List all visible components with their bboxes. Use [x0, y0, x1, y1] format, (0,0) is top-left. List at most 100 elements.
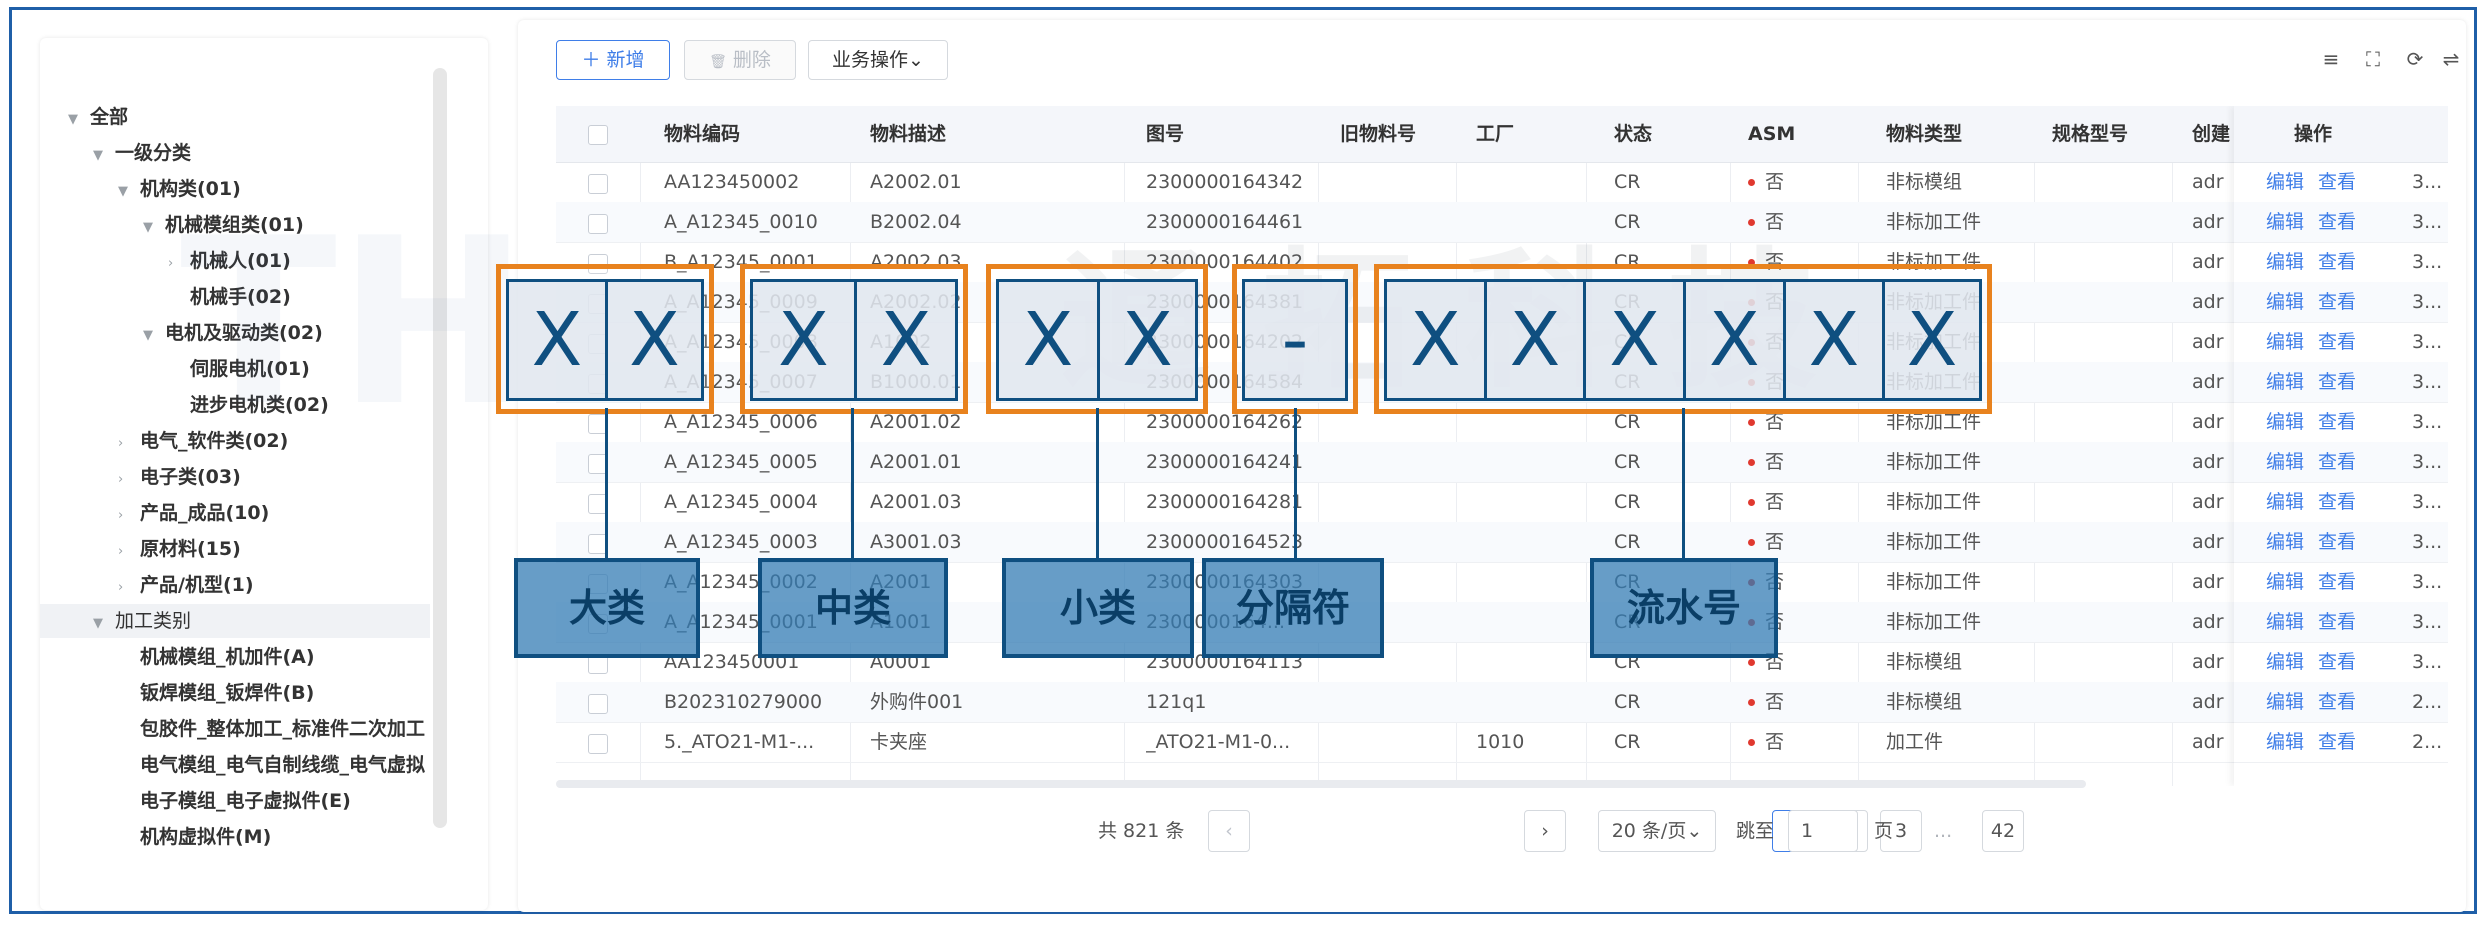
table-cell: 5._ATO21-M1-...: [664, 731, 815, 753]
annotation-code-char: X: [996, 279, 1100, 401]
table-cell: 非标加工件: [1886, 531, 1982, 553]
column-header[interactable]: 物料编码: [664, 106, 740, 162]
tree-item[interactable]: › 原材料(15): [40, 532, 430, 566]
tree-item-label: 产品/机型(1): [140, 574, 254, 596]
annotation-segment-label: 中类: [758, 558, 948, 658]
tree-expand-icon[interactable]: ›: [118, 499, 140, 533]
status-dot-icon: [1748, 499, 1755, 506]
density-icon[interactable]: ≡: [2318, 46, 2344, 72]
business-ops-dropdown[interactable]: 业务操作⌄: [808, 40, 948, 80]
table-row[interactable]: A_A12345_0003 A3001.03 2300000164523 CR 否 非标加…: [556, 522, 2448, 563]
tree-expand-icon[interactable]: ▼: [68, 103, 90, 137]
asm-value: 否: [1765, 731, 1785, 753]
page-unit-label: 页: [1874, 820, 1894, 842]
table-cell: CR: [1614, 691, 1641, 713]
tree-item[interactable]: › 产品_成品(10): [40, 496, 430, 530]
add-button[interactable]: ＋ 新增: [556, 40, 670, 80]
tree-item-label: 全部: [90, 106, 129, 128]
column-header[interactable]: 规格型号: [2052, 106, 2128, 162]
jump-page-input[interactable]: 1: [1788, 810, 1858, 852]
tree-expand-icon[interactable]: ›: [118, 535, 140, 569]
fullscreen-icon[interactable]: ⛶: [2360, 46, 2386, 72]
column-header[interactable]: 旧物料号: [1340, 106, 1416, 162]
status-dot-icon: [1748, 419, 1755, 426]
table-cell: 否: [1748, 682, 1784, 722]
table-row[interactable]: AA123450002 A2002.01 2300000164342 CR 否 非标模组 a…: [556, 162, 2448, 203]
annotation-group-box: XX: [986, 264, 1208, 414]
delete-button[interactable]: 🗑 删除: [684, 40, 796, 80]
status-dot-icon: [1748, 459, 1755, 466]
tree-expand-icon[interactable]: ›: [118, 463, 140, 497]
table-cell: A_A12345_0003: [664, 531, 818, 553]
tree-expand-icon[interactable]: ▼: [143, 319, 165, 353]
asm-value: 否: [1765, 491, 1785, 513]
tree-expand-icon[interactable]: ›: [118, 571, 140, 605]
chevron-down-icon: ⌄: [908, 49, 924, 71]
page-size-select[interactable]: 20 条/页⌄: [1598, 810, 1716, 852]
table-cell: 否: [1748, 162, 1784, 202]
tree-item[interactable]: 电子模组_电子虚拟件(E): [40, 784, 430, 818]
tree-item[interactable]: ▼ 一级分类: [40, 136, 430, 170]
table-row[interactable]: A_A12345_0004 A2001.03 2300000164281 CR 否 非标加…: [556, 482, 2448, 523]
tree-item-label: 机械模组_机加件(A): [140, 646, 315, 668]
row-checkbox[interactable]: [588, 214, 608, 234]
column-header[interactable]: 创建: [2192, 106, 2230, 162]
tree-expand-icon[interactable]: ▼: [118, 175, 140, 209]
column-header[interactable]: 物料类型: [1886, 106, 1962, 162]
operations-column: [2234, 106, 2448, 786]
annotation-group-box: XX: [496, 264, 714, 414]
tree-expand-icon[interactable]: ▼: [143, 211, 165, 245]
page-size-value: 20 条/页: [1611, 820, 1687, 842]
annotation-code-char: -: [1242, 279, 1348, 401]
tree-expand-icon[interactable]: ▼: [93, 139, 115, 173]
row-checkbox[interactable]: [588, 694, 608, 714]
annotation-code-char: X: [750, 279, 857, 401]
tree-item[interactable]: 机械模组_机加件(A): [40, 640, 430, 674]
annotation-code-char: X: [1384, 279, 1487, 401]
table-cell: A2002.01: [870, 171, 962, 193]
table-cell: adr: [2192, 411, 2224, 433]
plus-icon: ＋: [581, 49, 601, 71]
row-checkbox[interactable]: [588, 174, 608, 194]
column-header[interactable]: ASM: [1748, 106, 1795, 162]
column-header[interactable]: 物料描述: [870, 106, 946, 162]
table-cell: CR: [1614, 491, 1641, 513]
tree-expand-icon[interactable]: ›: [118, 427, 140, 461]
column-settings-icon[interactable]: ⇌: [2438, 46, 2464, 72]
table-row[interactable]: 5._ATO21-M1-... 卡夹座 _ATO21-M1-0... 1010 CR 否 加…: [556, 722, 2448, 763]
table-cell: 否: [1748, 522, 1784, 562]
tree-item[interactable]: 机构虚拟件(M): [40, 820, 430, 854]
column-header[interactable]: 状态: [1614, 106, 1652, 162]
column-header[interactable]: 图号: [1146, 106, 1184, 162]
table-cell: A_A12345_0010: [664, 211, 818, 233]
table-cell: 非标加工件: [1886, 491, 1982, 513]
table-cell: 非标模组: [1886, 651, 1963, 673]
table-cell: adr: [2192, 731, 2224, 753]
row-checkbox[interactable]: [588, 734, 608, 754]
column-header[interactable]: 工厂: [1476, 106, 1514, 162]
prev-page-button[interactable]: ‹: [1208, 810, 1250, 852]
table-cell: 非标加工件: [1886, 571, 1982, 593]
next-page-button[interactable]: ›: [1524, 810, 1566, 852]
tree-item[interactable]: ▼ 全部: [40, 100, 430, 134]
annotation-code-char: X: [506, 279, 608, 401]
table-row[interactable]: B202310279000 外购件001 121q1 CR 否非标模组 adr 编辑 查看 2.…: [556, 682, 2448, 723]
table-cell: CR: [1614, 171, 1641, 193]
annotation-connector-line: [1682, 408, 1685, 558]
select-all-checkbox[interactable]: [588, 125, 608, 145]
tree-expand-icon[interactable]: ▼: [93, 607, 115, 641]
annotation-code-char: X: [854, 279, 958, 401]
table-horizontal-scrollbar[interactable]: [556, 780, 2086, 788]
tree-item[interactable]: 包胶件_整体加工_标准件二次加工: [40, 712, 430, 746]
tree-item[interactable]: › 产品/机型(1): [40, 568, 430, 602]
page-ellipsis[interactable]: ...: [1934, 810, 1952, 852]
tree-item[interactable]: › 电子类(03): [40, 460, 430, 494]
tree-item[interactable]: 钣焊模组_钣焊件(B): [40, 676, 430, 710]
refresh-icon[interactable]: ⟳: [2402, 46, 2428, 72]
tree-item[interactable]: 电气模组_电气自制线缆_电气虚拟: [40, 748, 430, 782]
annotation-code-char: X: [1683, 279, 1786, 401]
table-row[interactable]: A_A12345_0005 A2001.01 2300000164241 CR 否 非标加…: [556, 442, 2448, 483]
chevron-down-icon: ⌄: [1686, 820, 1703, 842]
page-button[interactable]: 42: [1982, 810, 2024, 852]
tree-item[interactable]: ▼ 加工类别: [40, 604, 430, 638]
